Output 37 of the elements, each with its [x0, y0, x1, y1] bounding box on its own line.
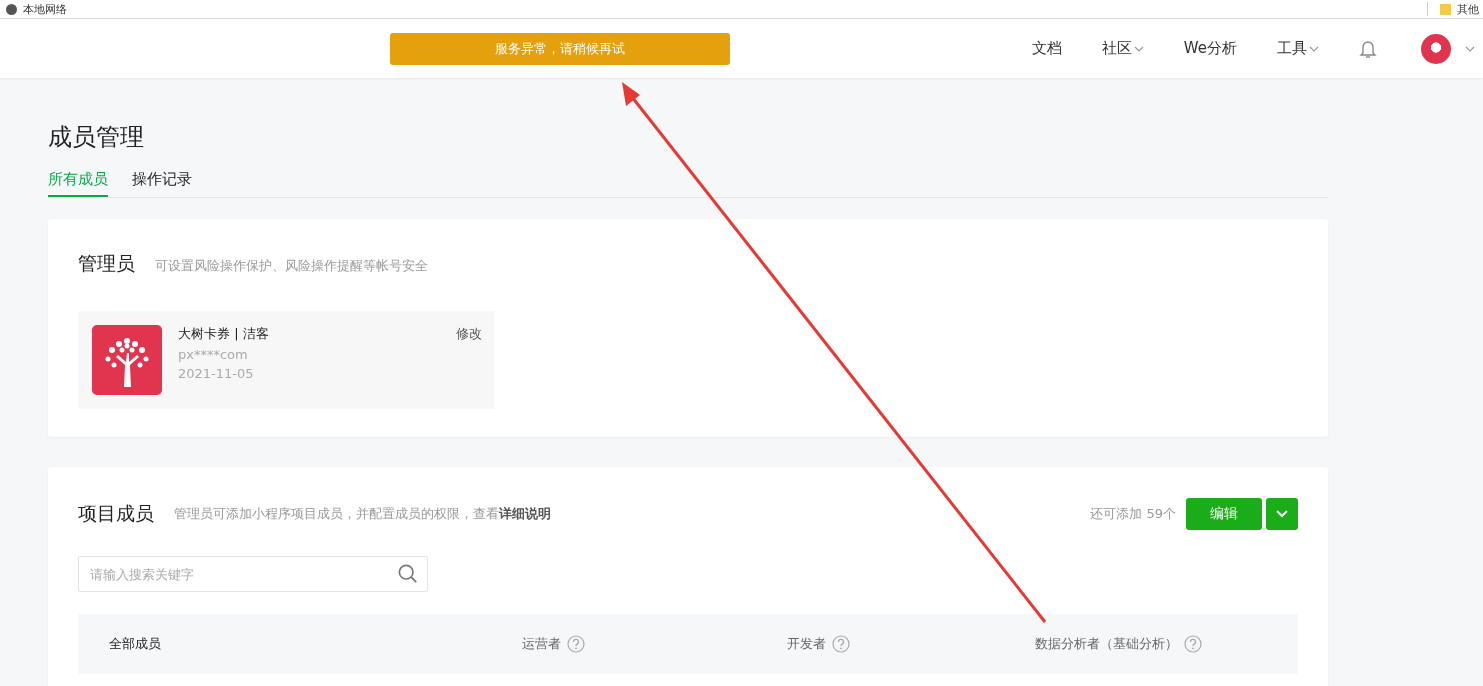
help-icon[interactable] [831, 635, 850, 653]
help-icon[interactable] [566, 635, 585, 653]
bookmark-link[interactable]: 本地网络 [23, 1, 71, 17]
admin-date: 2021-11-05 [178, 366, 255, 381]
tree-logo-icon [92, 325, 162, 395]
tab[interactable]: 操作记录 [132, 164, 192, 197]
help-icon[interactable] [1183, 635, 1202, 653]
admin-name: 大树卡券 | 洁客 [178, 325, 269, 343]
nav-link[interactable]: 工具 [1277, 39, 1319, 58]
section-description: 管理员可添加小程序项目成员，并配置成员的权限，查看详细说明 [174, 505, 551, 523]
folder-icon [1440, 3, 1451, 15]
nav-link[interactable]: 文档 [1031, 39, 1062, 58]
search-field[interactable]: 请输入搜索关键字 [78, 556, 428, 592]
column-header: 数据分析者（基础分析） [1034, 635, 1178, 653]
nav-link[interactable]: We分析 [1183, 39, 1237, 58]
column-header: 全部成员 [109, 635, 161, 653]
caret-icon[interactable] [1309, 45, 1319, 52]
error-banner: 服务异常，请稍候再试 [390, 32, 730, 65]
column-header: 开发者 [786, 635, 826, 653]
bookmark-link[interactable]: 其他 [1457, 1, 1483, 17]
section-title: 项目成员 [78, 501, 154, 526]
nav-link[interactable]: 社区 [1101, 39, 1144, 58]
caret-icon[interactable] [1465, 45, 1475, 52]
bell-icon[interactable] [1359, 38, 1377, 59]
admin-account: px****com [178, 347, 249, 362]
remaining-count: 还可添加 59个 [1090, 505, 1176, 523]
section-description: 可设置风险操作保护、风险操作提醒等帐号安全 [155, 257, 428, 275]
caret-icon[interactable] [1133, 45, 1144, 52]
search-icon [398, 564, 418, 584]
globe-icon [6, 3, 17, 15]
avatar-icon[interactable] [1421, 33, 1451, 64]
column-header: 运营者 [521, 635, 561, 653]
page-title: 成员管理 [48, 122, 145, 153]
modify-link[interactable]: 修改 [456, 325, 482, 343]
dropdown-button[interactable] [1266, 498, 1298, 530]
section-title: 管理员 [78, 251, 135, 276]
caret-icon [1276, 510, 1288, 518]
